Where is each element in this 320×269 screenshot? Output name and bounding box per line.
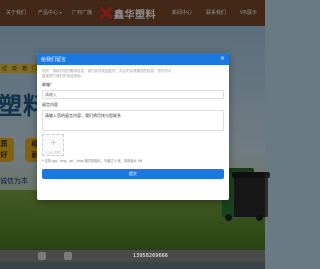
modal-title: 给我们留言	[41, 57, 67, 63]
email-field[interactable]	[42, 90, 224, 99]
modal-tips: 您好，请填写您的需求信息，我们会尽快回复您，并且不会泄露您的信息，您也可以直接拨…	[42, 69, 172, 78]
upload-text: 点击上传图片	[46, 151, 62, 154]
content-textarea[interactable]: 请输入您的留言内容，我们将尽快与您联系	[42, 110, 224, 131]
image-upload-button[interactable]: + 点击上传图片	[42, 134, 64, 156]
wechat-icon[interactable]	[38, 252, 46, 260]
message-modal: 给我们留言 × 您好，请填写您的需求信息，我们会尽快回复您，并且不会泄露您的信息…	[37, 53, 229, 200]
upload-hint: * 支持 jpg、png、gif、bmp 格式的图片，不超过 5 张，单张最大 …	[42, 159, 143, 163]
modal-body: 您好，请填写您的需求信息，我们会尽快回复您，并且不会泄露您的信息，您也可以直接拨…	[37, 65, 229, 183]
content-label: 留言内容	[42, 102, 58, 107]
submit-button[interactable]: 提交	[42, 169, 224, 179]
qq-icon[interactable]	[64, 252, 72, 260]
plus-icon: +	[50, 138, 57, 147]
footer-phone[interactable]: 13958269666	[133, 253, 168, 259]
close-icon[interactable]: ×	[220, 55, 225, 62]
email-label: 邮箱*	[42, 82, 52, 87]
modal-header: 给我们留言 ×	[37, 53, 229, 65]
footer-bar: 13958269666	[0, 250, 265, 262]
